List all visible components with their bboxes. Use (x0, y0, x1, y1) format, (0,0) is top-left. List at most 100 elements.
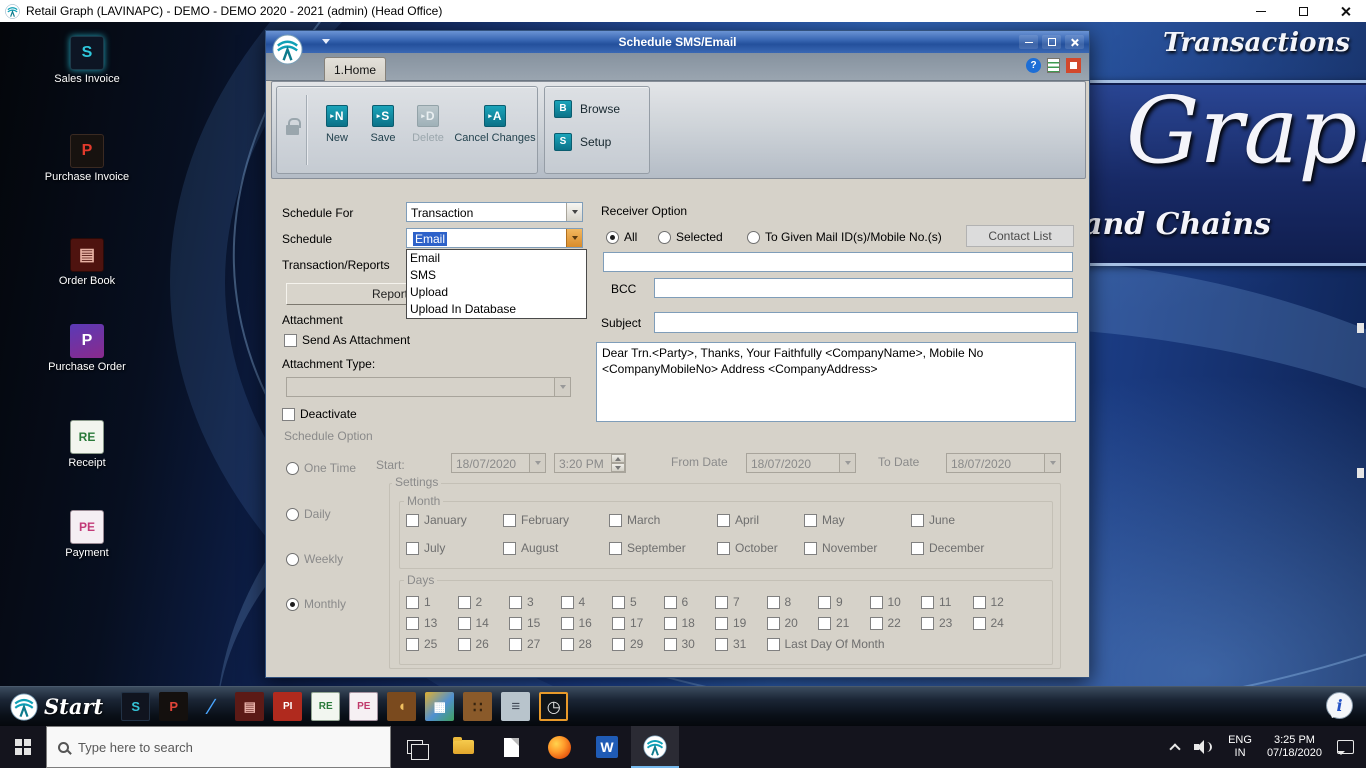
cancel-changes-button[interactable]: A Cancel Changes (453, 87, 537, 171)
day-checkbox[interactable]: 14 (457, 616, 510, 630)
deactivate-checkbox[interactable]: Deactivate (282, 407, 357, 421)
month-checkbox[interactable]: May (804, 513, 911, 527)
schedule-dropdown[interactable]: Email (406, 228, 583, 248)
dropdown-option[interactable]: SMS (407, 267, 586, 284)
checkbox-icon[interactable] (921, 595, 934, 609)
desktop-icon-purchase-order[interactable]: P Purchase Order (44, 324, 130, 374)
checkbox-icon[interactable] (509, 595, 522, 609)
send-as-attachment-checkbox[interactable]: Send As Attachment (284, 333, 410, 347)
checkbox-icon[interactable] (560, 595, 574, 609)
desktop-icon-receipt[interactable]: RE Receipt (44, 420, 130, 470)
checkbox-icon[interactable] (560, 616, 574, 630)
day-checkbox[interactable]: 10 (869, 595, 922, 609)
checkbox-icon[interactable] (715, 616, 728, 630)
taskbar-search-input[interactable]: Type here to search (46, 726, 391, 768)
day-checkbox[interactable]: 19 (715, 616, 767, 630)
month-checkbox[interactable]: June (911, 513, 1021, 527)
checkbox-icon[interactable] (406, 595, 419, 609)
setup-button[interactable]: S Setup (554, 133, 611, 151)
info-bubble-icon[interactable]: i (1326, 692, 1353, 719)
payment-icon[interactable]: PE (349, 692, 379, 721)
checkbox-icon[interactable] (921, 616, 934, 630)
dropdown-option[interactable]: Upload (407, 284, 586, 301)
taskbar-word-viewer-button[interactable]: W (583, 726, 631, 768)
radio-icon[interactable] (286, 597, 299, 611)
checkbox-icon[interactable] (406, 637, 419, 651)
day-checkbox[interactable]: 3 (509, 595, 561, 609)
radio-icon[interactable] (747, 230, 760, 244)
task-view-button[interactable] (391, 726, 439, 768)
month-checkbox[interactable]: January (406, 513, 503, 527)
checkbox-icon[interactable] (284, 333, 297, 347)
radio-icon[interactable] (286, 461, 299, 475)
day-checkbox[interactable]: 11 (921, 595, 973, 609)
help-icon[interactable]: ? (1026, 58, 1041, 73)
checkbox-icon[interactable] (457, 637, 471, 651)
desktop-icon-order-book[interactable]: ▤ Order Book (44, 238, 130, 288)
checkbox-icon[interactable] (612, 616, 625, 630)
message-textarea[interactable]: Dear Trn.<Party>, Thanks, Your Faithfull… (596, 342, 1076, 422)
month-checkbox[interactable]: March (609, 513, 717, 527)
save-button[interactable]: S Save (361, 87, 405, 171)
dialog-maximize-button[interactable] (1042, 35, 1061, 49)
schedule-for-dropdown[interactable]: Transaction (406, 202, 583, 222)
day-checkbox[interactable]: 28 (560, 637, 613, 651)
day-checkbox[interactable]: 8 (766, 595, 819, 609)
checkbox-icon[interactable] (766, 637, 780, 651)
day-checkbox[interactable]: 29 (612, 637, 664, 651)
notification-center-icon[interactable] (1337, 740, 1354, 755)
checkbox-icon[interactable] (804, 541, 817, 555)
month-checkbox[interactable]: October (717, 541, 804, 555)
daily-radio[interactable]: Daily (286, 507, 331, 521)
day-checkbox[interactable]: Last Day Of Month (766, 637, 1025, 651)
radio-icon[interactable] (606, 230, 619, 244)
dialog-app-logo-icon[interactable] (272, 34, 303, 65)
month-checkbox[interactable]: August (503, 541, 609, 555)
checkbox-icon[interactable] (818, 595, 831, 609)
clock-indicator[interactable]: 3:25 PM 07/18/2020 (1267, 734, 1322, 760)
window-close-button[interactable] (1324, 0, 1366, 22)
checkbox-icon[interactable] (869, 616, 883, 630)
checkbox-icon[interactable] (609, 513, 622, 527)
checkbox-icon[interactable] (911, 513, 924, 527)
checkbox-icon[interactable] (406, 616, 419, 630)
receiver-given-radio[interactable]: To Given Mail ID(s)/Mobile No.(s) (747, 230, 942, 244)
checkbox-icon[interactable] (715, 595, 728, 609)
windows-start-button[interactable] (0, 726, 46, 768)
month-checkbox[interactable]: September (609, 541, 717, 555)
dropdown-option[interactable]: Email (407, 250, 586, 267)
checkbox-icon[interactable] (804, 513, 817, 527)
chart-icon[interactable]: ▦ (425, 692, 455, 721)
day-checkbox[interactable]: 18 (663, 616, 716, 630)
day-checkbox[interactable]: 4 (560, 595, 613, 609)
purchase-invoice-icon[interactable]: P (159, 692, 189, 721)
day-checkbox[interactable]: 9 (818, 595, 870, 609)
checkbox-icon[interactable] (282, 407, 295, 421)
dialog-titlebar[interactable]: Schedule SMS/Email (266, 31, 1089, 53)
quick-access-chevron-icon[interactable] (322, 39, 330, 44)
checkbox-icon[interactable] (972, 595, 986, 609)
checkbox-icon[interactable] (715, 637, 728, 651)
checkbox-icon[interactable] (663, 637, 677, 651)
pen-icon[interactable]: ∕ (197, 692, 226, 721)
day-checkbox[interactable]: 7 (715, 595, 767, 609)
one-time-radio[interactable]: One Time (286, 461, 356, 475)
day-checkbox[interactable]: 20 (766, 616, 819, 630)
day-checkbox[interactable]: 21 (818, 616, 870, 630)
clock-icon[interactable]: ◷ (539, 692, 569, 721)
subject-input[interactable] (654, 312, 1078, 333)
day-checkbox[interactable]: 25 (406, 637, 458, 651)
dialog-minimize-button[interactable] (1019, 35, 1038, 49)
checkbox-icon[interactable] (717, 541, 730, 555)
checkbox-icon[interactable] (503, 541, 516, 555)
checkbox-icon[interactable] (766, 595, 780, 609)
receiver-selected-radio[interactable]: Selected (658, 230, 723, 244)
app-start-button[interactable]: Start (44, 694, 103, 719)
checkbox-icon[interactable] (869, 595, 883, 609)
window-minimize-button[interactable] (1240, 0, 1282, 22)
browse-button[interactable]: B Browse (554, 100, 620, 118)
taskbar-file-explorer-button[interactable] (439, 726, 487, 768)
checkbox-icon[interactable] (766, 616, 780, 630)
checkbox-icon[interactable] (972, 616, 986, 630)
brand-badge-icon[interactable] (1066, 58, 1081, 73)
